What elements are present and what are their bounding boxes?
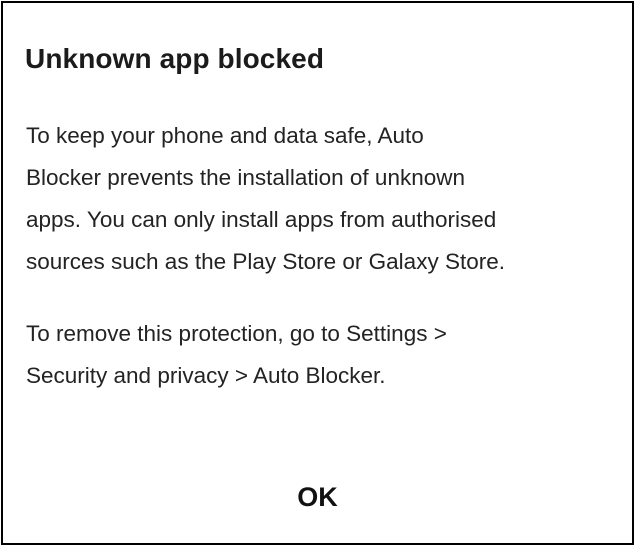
- ok-button[interactable]: OK: [248, 467, 388, 527]
- message-paragraph-remove-protection: To remove this protection, go to Setting…: [26, 321, 447, 388]
- dialog-title: Unknown app blocked: [25, 43, 325, 74]
- dialog-message: To keep your phone and data safe, Auto B…: [26, 115, 626, 397]
- message-paragraph-auto-blocker-info: To keep your phone and data safe, Auto B…: [26, 123, 505, 274]
- unknown-app-blocked-dialog: Unknown app blocked To keep your phone a…: [1, 1, 634, 545]
